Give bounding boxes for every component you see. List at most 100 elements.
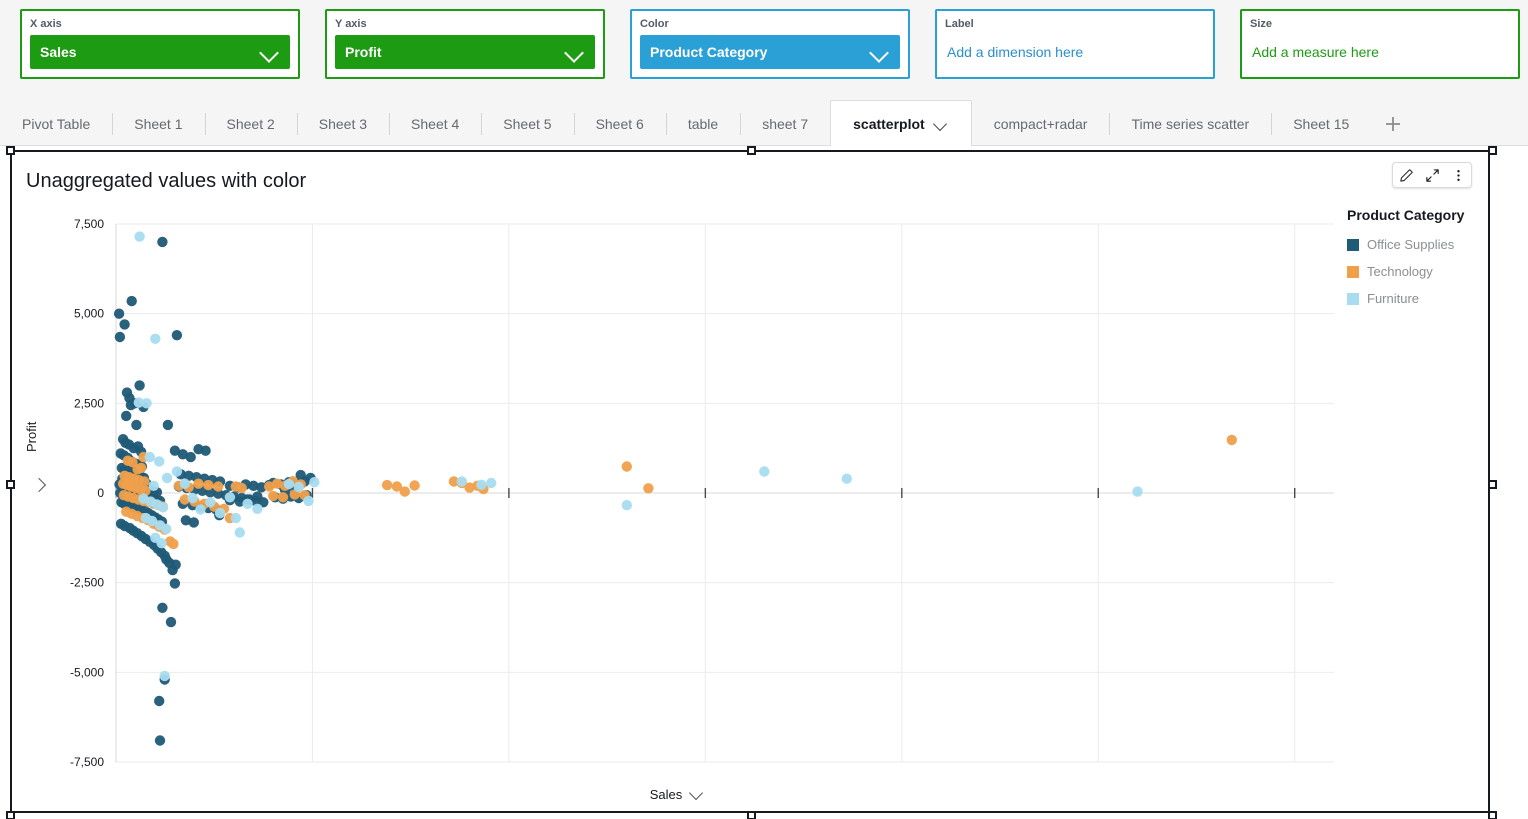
data-point[interactable] [155, 735, 165, 745]
data-point[interactable] [213, 481, 223, 491]
field-well-y-axis[interactable]: Y axisProfit [325, 9, 605, 79]
data-point[interactable] [400, 486, 410, 496]
scatter-visual-container[interactable]: Unaggregated values with color [10, 150, 1490, 813]
data-point[interactable] [622, 461, 632, 471]
sheet-tab-sheet-6[interactable]: Sheet 6 [574, 103, 666, 145]
data-point[interactable] [1227, 435, 1237, 445]
sheet-tab-sheet-3[interactable]: Sheet 3 [297, 103, 389, 145]
sheet-tab-sheet-2[interactable]: Sheet 2 [205, 103, 297, 145]
data-point[interactable] [225, 492, 235, 502]
chevron-down-icon[interactable] [868, 41, 890, 63]
data-point[interactable] [486, 478, 496, 488]
resize-handle-top-left[interactable] [6, 146, 15, 155]
sheet-tab-sheet-5[interactable]: Sheet 5 [481, 103, 573, 145]
data-point[interactable] [134, 380, 144, 390]
data-point[interactable] [158, 502, 168, 512]
sheet-tab-sheet-4[interactable]: Sheet 4 [389, 103, 481, 145]
data-point[interactable] [127, 296, 137, 306]
data-point[interactable] [268, 491, 278, 501]
data-point[interactable] [157, 237, 167, 247]
data-point[interactable] [149, 481, 159, 491]
data-point[interactable] [457, 476, 467, 486]
data-point[interactable] [235, 527, 245, 537]
data-point[interactable] [759, 466, 769, 476]
data-point[interactable] [284, 479, 294, 489]
data-point[interactable] [119, 319, 129, 329]
sheet-tab-sheet-7[interactable]: sheet 7 [740, 103, 830, 145]
data-point[interactable] [134, 231, 144, 241]
sheet-tab-sheet-1[interactable]: Sheet 1 [112, 103, 204, 145]
sheet-tab-pivot-table[interactable]: Pivot Table [0, 103, 112, 145]
legend-item[interactable]: Office Supplies [1347, 237, 1487, 252]
chevron-down-icon[interactable] [258, 41, 280, 63]
sheet-tab-compact-radar[interactable]: compact+radar [972, 103, 1110, 145]
data-point[interactable] [156, 538, 166, 548]
chevron-down-icon[interactable] [933, 116, 949, 132]
data-point[interactable] [189, 517, 199, 527]
data-point[interactable] [114, 309, 124, 319]
field-well-x-axis[interactable]: X axisSales [20, 9, 300, 79]
data-point[interactable] [161, 524, 171, 534]
sheet-tab-sheet-15[interactable]: Sheet 15 [1271, 103, 1371, 145]
data-point[interactable] [193, 479, 203, 489]
data-point[interactable] [131, 420, 141, 430]
resize-handle-bottom-center[interactable] [747, 811, 756, 819]
data-point[interactable] [154, 456, 164, 466]
field-well-size[interactable]: SizeAdd a measure here [1240, 9, 1520, 79]
data-point[interactable] [172, 330, 182, 340]
data-point[interactable] [237, 483, 247, 493]
sheet-tab-scatterplot[interactable]: scatterplot [830, 100, 972, 146]
data-point[interactable] [150, 334, 160, 344]
data-point[interactable] [294, 482, 304, 492]
resize-handle-bottom-right[interactable] [1488, 811, 1497, 819]
data-point[interactable] [162, 473, 172, 483]
field-well-color[interactable]: ColorProduct Category [630, 9, 910, 79]
data-point[interactable] [1132, 486, 1142, 496]
data-point[interactable] [187, 493, 197, 503]
data-point[interactable] [309, 477, 319, 487]
data-point[interactable] [186, 452, 196, 462]
resize-handle-middle-right[interactable] [1488, 480, 1497, 489]
data-point[interactable] [203, 480, 213, 490]
data-point[interactable] [231, 513, 241, 523]
data-point[interactable] [166, 617, 176, 627]
data-point[interactable] [115, 332, 125, 342]
data-point[interactable] [180, 479, 190, 489]
data-point[interactable] [136, 463, 146, 473]
field-pill[interactable]: Product Category [640, 35, 900, 69]
data-point[interactable] [205, 497, 215, 507]
data-point[interactable] [215, 508, 225, 518]
field-well-label[interactable]: LabelAdd a dimension here [935, 9, 1215, 79]
data-point[interactable] [121, 411, 131, 421]
legend-item[interactable]: Technology [1347, 264, 1487, 279]
resize-handle-top-center[interactable] [747, 146, 756, 155]
resize-handle-middle-left[interactable] [6, 480, 15, 489]
field-well-placeholder[interactable]: Add a dimension here [945, 35, 1205, 69]
data-point[interactable] [170, 578, 180, 588]
resize-handle-bottom-left[interactable] [6, 811, 15, 819]
data-point[interactable] [622, 500, 632, 510]
data-point[interactable] [278, 492, 288, 502]
data-point[interactable] [842, 474, 852, 484]
data-point[interactable] [172, 466, 182, 476]
chevron-down-icon[interactable] [563, 41, 585, 63]
data-point[interactable] [643, 483, 653, 493]
resize-handle-top-right[interactable] [1488, 146, 1497, 155]
data-point[interactable] [134, 397, 144, 407]
data-point[interactable] [157, 603, 167, 613]
data-point[interactable] [252, 504, 262, 514]
data-point[interactable] [145, 452, 155, 462]
data-point[interactable] [168, 539, 178, 549]
data-point[interactable] [195, 504, 205, 514]
data-point[interactable] [163, 420, 173, 430]
legend-item[interactable]: Furniture [1347, 291, 1487, 306]
x-axis-menu-chevron-icon[interactable] [688, 786, 704, 802]
data-point[interactable] [409, 480, 419, 490]
data-point[interactable] [382, 480, 392, 490]
data-point[interactable] [200, 446, 210, 456]
data-point[interactable] [242, 499, 252, 509]
data-point[interactable] [160, 671, 170, 681]
data-point[interactable] [171, 560, 181, 570]
sheet-tab-time-series-scatter[interactable]: Time series scatter [1109, 103, 1271, 145]
add-sheet-button[interactable] [1371, 103, 1415, 145]
